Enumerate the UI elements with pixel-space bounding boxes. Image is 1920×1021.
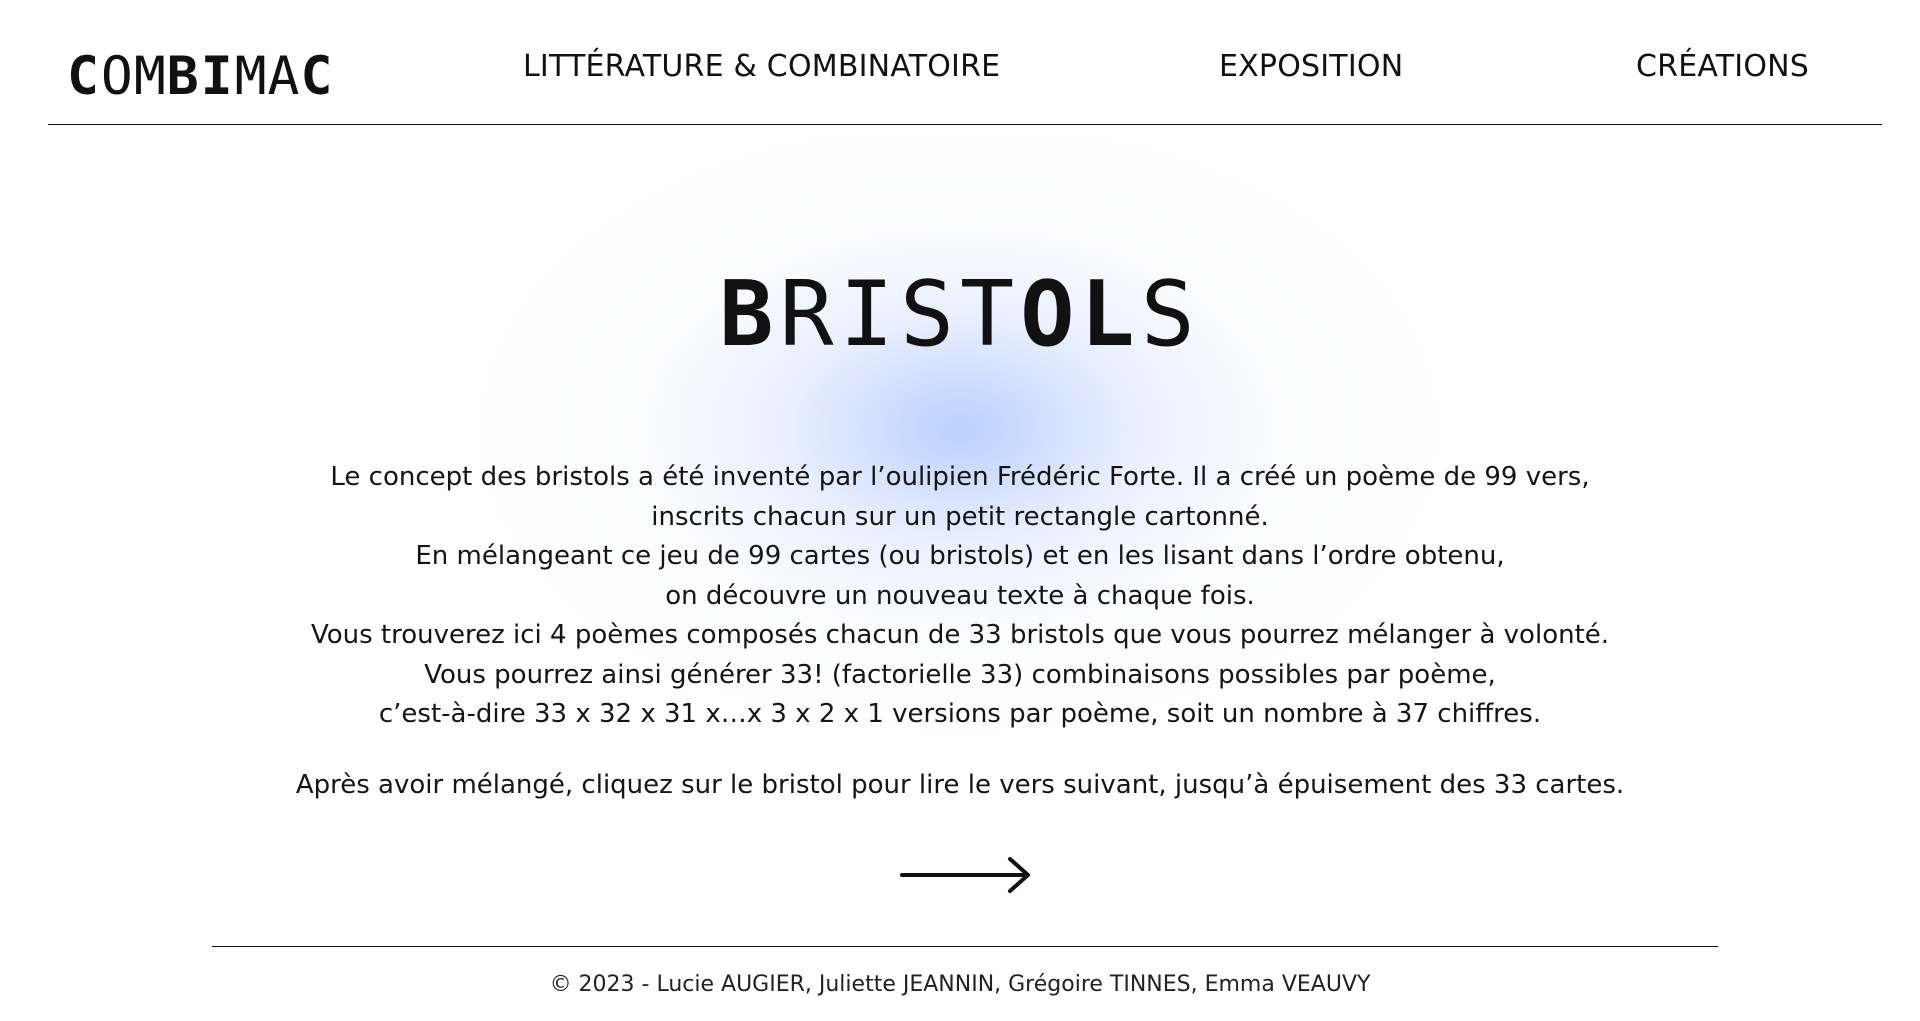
intro-line: Le concept des bristols a été inventé pa… [330,462,1590,492]
logo-letter: A [267,46,300,107]
title-letter: I [839,262,900,367]
arrow-right-icon[interactable] [900,855,1032,895]
intro-line: c’est-à-dire 33 x 32 x 31 x…x 3 x 2 x 1 … [378,699,1542,729]
footer-divider [212,946,1718,947]
nav-link-litterature-combinatoire[interactable]: LITTÉRATURE & COMBINATOIRE [523,49,1000,84]
logo-letter: B [166,46,199,107]
logo-letter: C [67,46,99,107]
copyright-text: © 2023 - Lucie AUGIER, Juliette JEANNIN,… [549,972,1371,997]
title-letter: R [779,262,840,367]
logo-letter: I [200,46,233,107]
site-header: C O M B I M A C LITTÉRATURE & COMBINATOI… [0,0,1920,125]
title-letter: O [1020,262,1081,367]
intro-text: Le concept des bristols a été inventé pa… [260,458,1660,735]
title-letter: T [960,262,1021,367]
title-letter: S [899,262,960,367]
header-divider [48,124,1882,125]
page-title: BRISTOLS [0,270,1920,360]
logo-letter: M [133,46,166,107]
intro-line: Vous pourrez ainsi générer 33! (factorie… [424,659,1496,690]
instruction-text: Après avoir mélangé, cliquez sur le bris… [295,770,1625,800]
nav-link-exposition[interactable]: EXPOSITION [1219,49,1403,84]
logo-letter: O [100,46,133,107]
title-letter: L [1080,262,1141,367]
intro-line: inscrits chacun sur un petit rectangle c… [651,501,1269,532]
intro-line: on découvre un nouveau texte à chaque fo… [665,580,1255,611]
nav-link-creations[interactable]: CRÉATIONS [1636,49,1809,84]
intro-line: Vous trouverez ici 4 poèmes composés cha… [310,620,1610,650]
logo-letter: C [300,46,333,107]
title-letter: B [719,262,780,367]
logo-letter: M [234,46,267,107]
title-letter: S [1140,262,1201,367]
site-logo[interactable]: C O M B I M A C [67,50,332,103]
intro-line: En mélangeant ce jeu de 99 cartes (ou br… [415,541,1505,571]
